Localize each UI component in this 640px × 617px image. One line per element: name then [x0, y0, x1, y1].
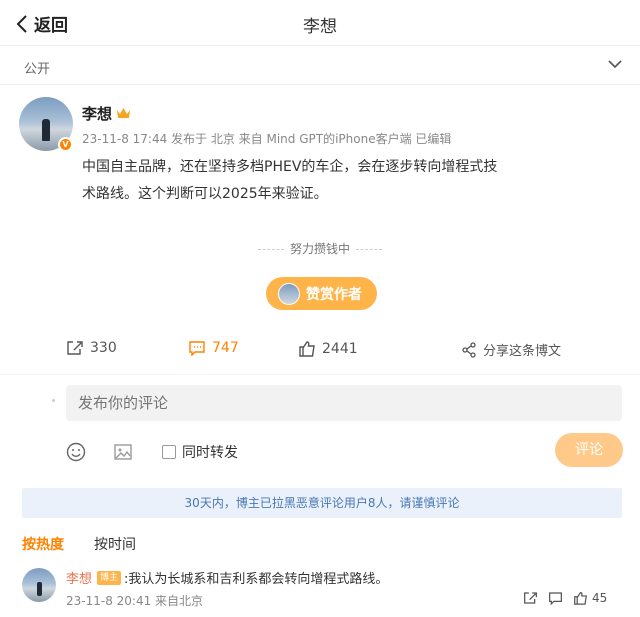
repost-count: 330 [90, 340, 117, 356]
reward-hint-text: 努力攒钱中 [289, 242, 350, 256]
post-meta: 23-11-8 17:44 发布于 北京 来自 Mind GPT的iPhone客… [82, 132, 452, 146]
visibility-label: 公开 [24, 62, 51, 77]
comment-actions: 45 [523, 591, 607, 605]
comment-icon [189, 341, 205, 356]
like-icon[interactable] [573, 591, 588, 605]
repost-checkbox[interactable]: 同时转发 [162, 442, 238, 462]
tab-sort-hot[interactable]: 按热度 [22, 534, 64, 554]
share-label: 分享这条博文 [483, 344, 562, 359]
reward-avatar [278, 282, 300, 305]
comment-avatar[interactable] [22, 568, 56, 602]
verified-icon: V [58, 137, 73, 152]
top-nav: 返回 李想 [0, 0, 640, 46]
post-actions: 330 747 2441 分享这条博文 [0, 340, 640, 368]
crown-icon [117, 108, 130, 118]
tab-sort-time[interactable]: 按时间 [94, 534, 136, 554]
repost-icon [67, 341, 83, 355]
page-title: 李想 [303, 17, 337, 37]
share-button[interactable]: 分享这条博文 [461, 340, 561, 359]
reward-author-button[interactable]: 赞赏作者 [266, 277, 377, 310]
comment-text: :我认为长城系和吉利系都会转向增程式路线。 [124, 572, 389, 587]
author-name[interactable]: 李想 [82, 103, 112, 124]
submit-comment-button[interactable]: 评论 [555, 433, 623, 467]
emoji-icon[interactable] [66, 442, 86, 462]
comment-like-count: 45 [592, 591, 608, 605]
repost-icon[interactable] [523, 591, 538, 605]
reward-label: 赞赏作者 [306, 286, 362, 303]
like-button[interactable]: 2441 [298, 340, 358, 357]
chevron-down-icon [608, 60, 622, 69]
comment-input[interactable] [66, 385, 622, 421]
repost-button[interactable]: 330 [66, 340, 117, 356]
comment-button[interactable]: 747 [188, 340, 239, 356]
comment-count: 747 [212, 340, 239, 356]
comment-author[interactable]: 李想 [66, 568, 92, 587]
post-text: 中国自主品牌，还在坚持多档PHEV的车企，会在逐步转向增程式技术路线。这个判断可… [82, 159, 498, 202]
checkbox-box[interactable] [162, 445, 176, 459]
share-icon [462, 341, 476, 358]
comment-item: 李想 博主 :我认为长城系和吉利系都会转向增程式路线。 [66, 568, 388, 587]
comment-icon[interactable] [548, 591, 563, 605]
like-icon [299, 341, 315, 357]
comment-meta: 23-11-8 20:41 来自北京 [66, 594, 204, 608]
repost-checkbox-label: 同时转发 [182, 445, 238, 461]
comment-composer: 同时转发 评论 [0, 374, 640, 478]
author-badge: 博主 [97, 570, 122, 585]
like-count: 2441 [322, 340, 358, 357]
moderation-notice: 30天内，博主已拉黑恶意评论用户8人，请谨慎评论 [22, 488, 622, 518]
image-icon[interactable] [113, 442, 133, 462]
reward-hint: 努力攒钱中 [0, 240, 640, 257]
visibility-selector[interactable]: 公开 [0, 47, 640, 85]
